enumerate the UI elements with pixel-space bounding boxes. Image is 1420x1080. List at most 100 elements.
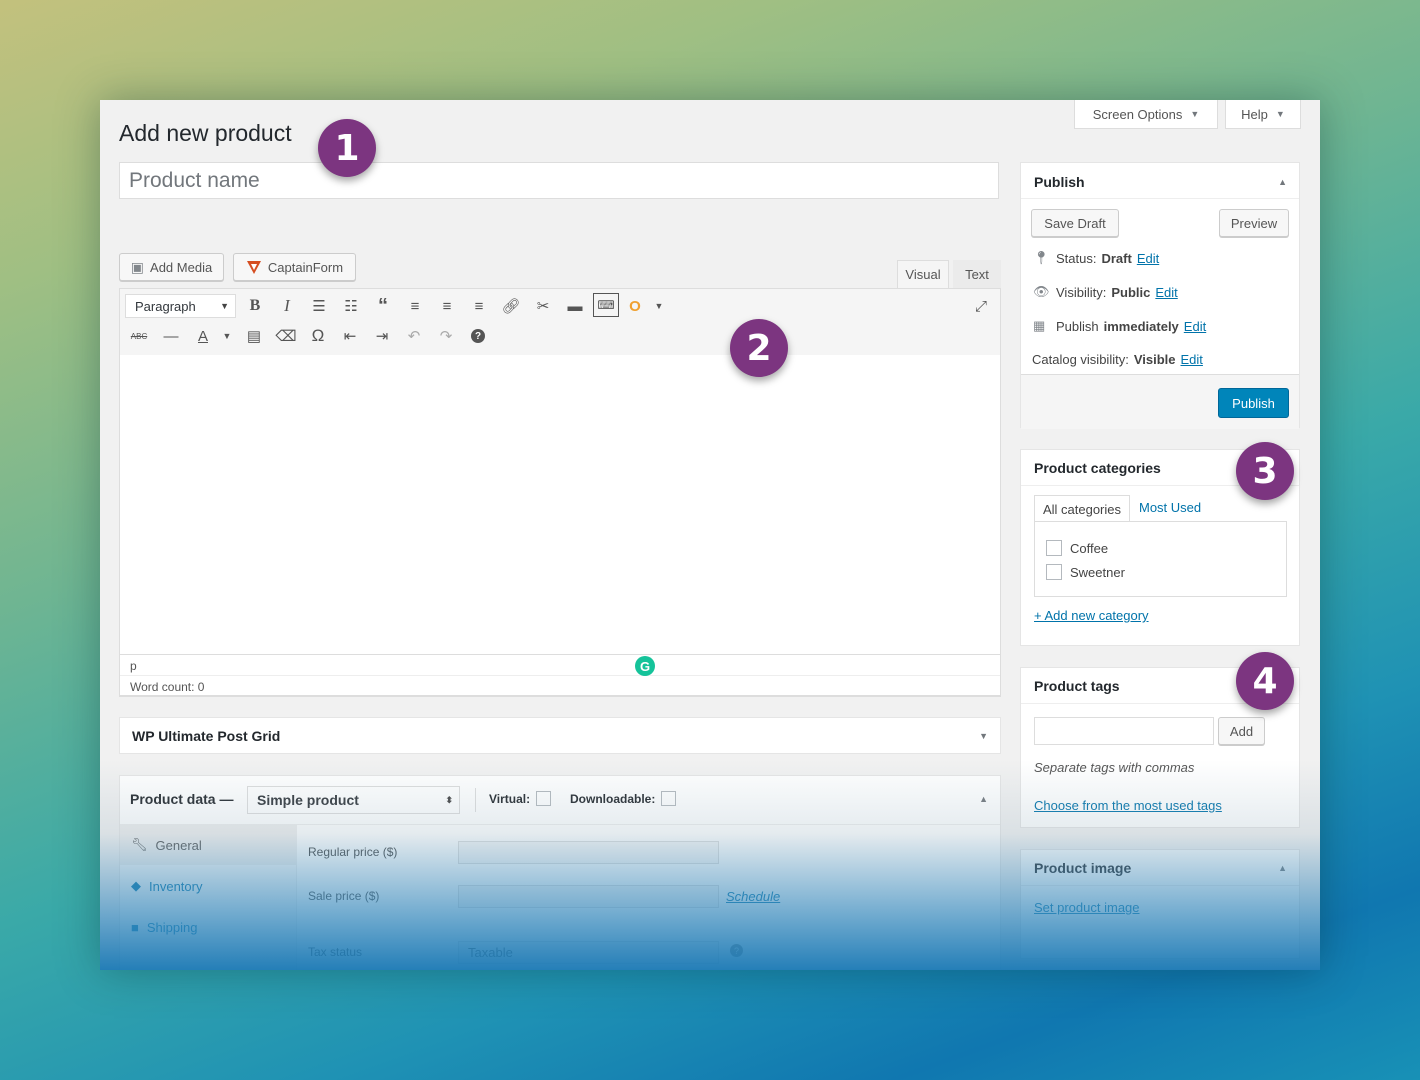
save-draft-button[interactable]: Save Draft [1031,209,1119,237]
caret-down-icon[interactable]: ▼ [979,731,988,741]
select-arrows-icon: ⬍ [445,794,453,805]
status-edit-link[interactable]: Edit [1137,251,1159,266]
virtual-checkbox[interactable] [536,791,551,806]
product-image-title: Product image [1034,860,1132,876]
add-new-category-link[interactable]: + Add new category [1034,608,1149,623]
tab-visual-label: Visual [905,267,941,282]
outdent-icon[interactable]: ⇤ [337,323,363,349]
special-character-icon[interactable]: Ω [305,323,331,349]
editor-toolbar: Paragraph ▼ B I ☰ ☷ “ ≡ ≡ ≡ 🔗︎ ✂ ▬ ⌨ O ▼… [120,289,1000,356]
schedule-row: ▦ Publish immediately Edit [1033,318,1206,334]
callout-badge-3: 3 [1236,442,1294,500]
preview-button[interactable]: Preview [1219,209,1289,237]
sale-price-label: Sale price ($) [308,889,380,903]
format-select-value: Paragraph [135,298,196,314]
caret-down-icon[interactable]: ▼ [646,293,672,319]
post-grid-box[interactable]: WP Ultimate Post Grid ▼ [119,717,1001,754]
visibility-label: Visibility: [1056,284,1107,300]
captainform-button[interactable]: CaptainForm [233,253,356,281]
horizontal-line-icon[interactable]: — [158,323,184,349]
add-media-label: Add Media [150,259,213,275]
tab-general[interactable]: 🔧︎ General [120,825,296,865]
paste-text-icon[interactable]: ▤ [241,323,267,349]
help-icon[interactable]: ? [465,323,491,349]
grammarly-icon[interactable]: G [635,656,655,676]
product-name-placeholder: Product name [129,168,260,192]
toolbar-toggle-icon[interactable]: ⌨ [593,293,619,317]
tax-status-label: Tax status [308,945,363,959]
caret-up-icon[interactable]: ▲ [1278,177,1287,187]
fullscreen-icon[interactable]: ⤢ [968,293,994,319]
plugin-o-icon[interactable]: O [622,293,648,319]
tab-inventory[interactable]: ◆ Inventory [120,866,296,906]
choose-most-used-tags-link[interactable]: Choose from the most used tags [1034,798,1222,813]
undo-icon[interactable]: ↶ [401,323,427,349]
set-product-image-link[interactable]: Set product image [1034,900,1140,915]
clear-formatting-icon[interactable]: ⌫ [273,323,299,349]
caret-up-icon[interactable]: ▲ [1278,863,1287,873]
screen-options-button[interactable]: Screen Options ▼ [1074,100,1218,129]
add-tag-button[interactable]: Add [1218,717,1265,745]
tab-text-label: Text [965,266,989,282]
pin-icon: 📍︎ [1033,250,1050,265]
indent-icon[interactable]: ⇥ [369,323,395,349]
status-label: Status: [1056,250,1097,266]
caret-up-icon[interactable]: ▲ [979,794,988,804]
unlink-icon[interactable]: ✂ [530,293,556,319]
question-icon: ? [471,329,485,343]
publish-time-edit-link[interactable]: Edit [1184,319,1206,334]
format-select[interactable]: Paragraph ▼ [125,294,236,318]
element-path: p [130,659,137,673]
publish-button[interactable]: Publish [1218,388,1289,418]
callout-badge-1: 1 [318,119,376,177]
italic-icon[interactable]: I [274,293,300,319]
category-checkbox[interactable] [1046,540,1062,556]
catalog-visibility-edit-link[interactable]: Edit [1181,352,1203,367]
tab-text[interactable]: Text [953,260,1001,288]
numbered-list-icon[interactable]: ☷ [338,293,364,319]
strikethrough-icon[interactable]: ABC [126,323,152,349]
editor-content-area[interactable] [120,355,1000,655]
category-checkbox[interactable] [1046,564,1062,580]
tax-status-select[interactable]: Taxable [458,941,719,964]
catalog-visibility-label: Catalog visibility: [1032,352,1129,367]
content-editor: Paragraph ▼ B I ☰ ☷ “ ≡ ≡ ≡ 🔗︎ ✂ ▬ ⌨ O ▼… [119,288,1001,697]
blockquote-icon[interactable]: “ [370,293,396,319]
downloadable-checkbox[interactable] [661,791,676,806]
page-title: Add new product [119,120,292,146]
visibility-row: 👁︎ Visibility: Public Edit [1033,284,1178,300]
visibility-edit-link[interactable]: Edit [1155,285,1177,300]
help-label: Help [1241,106,1268,122]
tab-all-categories[interactable]: All categories [1034,495,1130,522]
caret-down-icon[interactable]: ▼ [214,323,240,349]
category-item[interactable]: Coffee [1046,540,1108,556]
redo-icon[interactable]: ↷ [433,323,459,349]
tab-most-used[interactable]: Most Used [1139,500,1201,515]
align-left-icon[interactable]: ≡ [402,293,428,319]
status-row: 📍︎ Status: Draft Edit [1033,250,1159,266]
sale-price-input[interactable] [458,885,719,908]
help-tip-icon[interactable]: ? [730,944,743,957]
bullet-list-icon[interactable]: ☰ [306,293,332,319]
categories-list: Coffee Sweetner [1034,521,1287,597]
category-item[interactable]: Sweetner [1046,564,1125,580]
product-type-select[interactable]: Simple product ⬍ [247,786,460,814]
align-center-icon[interactable]: ≡ [434,293,460,319]
read-more-icon[interactable]: ▬ [562,293,588,319]
add-media-button[interactable]: ▣ Add Media [119,253,224,281]
bold-icon[interactable]: B [242,293,268,319]
regular-price-label: Regular price ($) [308,845,398,859]
align-right-icon[interactable]: ≡ [466,293,492,319]
product-name-input[interactable]: Product name [119,162,999,199]
link-icon[interactable]: 🔗︎ [498,293,524,319]
tab-visual[interactable]: Visual [897,260,949,288]
help-button[interactable]: Help ▼ [1225,100,1301,129]
product-data-title: Product data — [130,791,234,807]
add-tag-label: Add [1229,723,1254,739]
regular-price-input[interactable] [458,841,719,864]
tag-input[interactable] [1034,717,1214,745]
schedule-link[interactable]: Schedule [726,889,780,904]
text-color-icon[interactable]: A [190,323,216,349]
category-label: Sweetner [1070,564,1125,580]
tab-shipping[interactable]: ■ Shipping [120,907,296,947]
